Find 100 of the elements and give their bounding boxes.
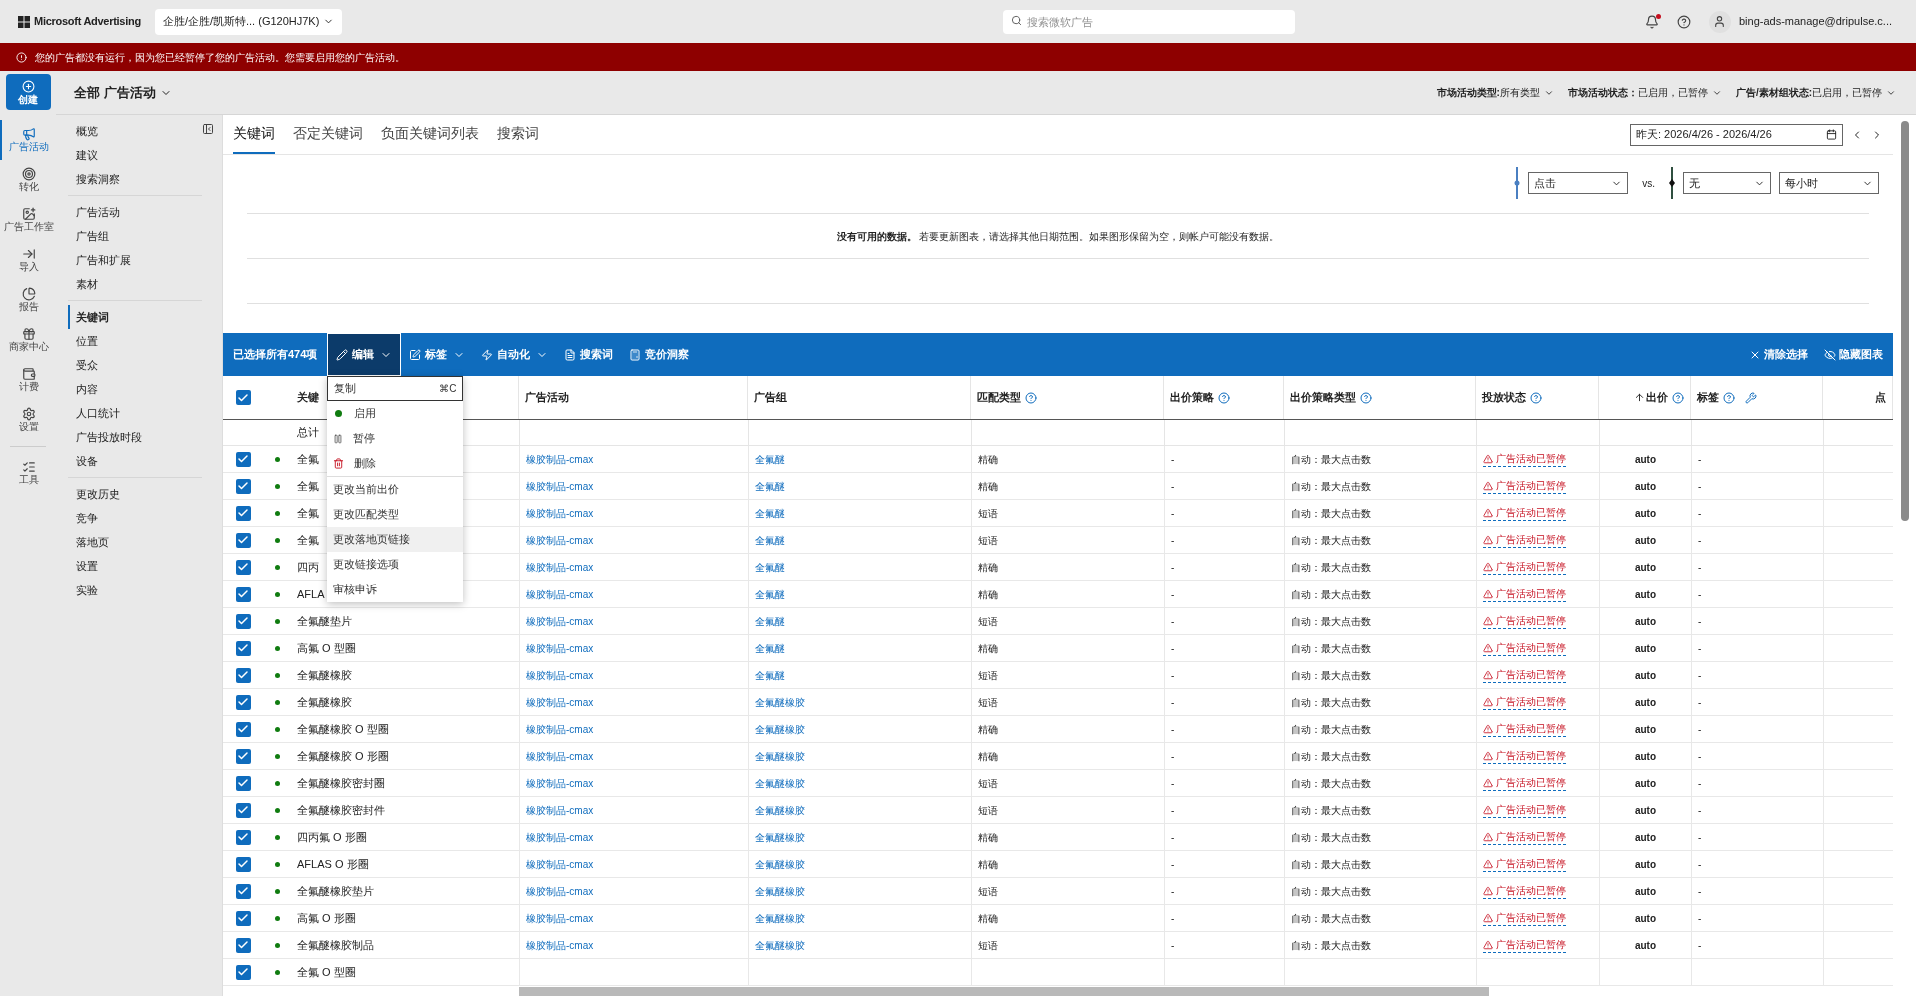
toolbar-button[interactable]: 隐藏图表 [1818, 346, 1889, 363]
column-header[interactable]: 出价 [1646, 389, 1668, 406]
menu-item[interactable]: 更改当前出价 [327, 477, 464, 502]
delivery-status[interactable]: 广告活动已暂停 [1483, 559, 1566, 575]
bell-icon[interactable] [1644, 14, 1659, 29]
rail-item[interactable]: 转化 [0, 160, 56, 200]
delivery-status[interactable]: 广告活动已暂停 [1483, 694, 1566, 710]
menu-item[interactable]: 更改链接选项 [327, 552, 464, 577]
wrench-icon[interactable] [1745, 391, 1757, 404]
ad-group-link[interactable]: 全氟醚 [755, 613, 785, 629]
ad-group-link[interactable]: 全氟醚 [755, 451, 785, 467]
metric-dropdown[interactable]: 点击 [1528, 172, 1629, 194]
campaign-link[interactable]: 橡胶制品-cmax [526, 613, 594, 629]
nav-item[interactable]: 内容 [68, 377, 202, 401]
checkbox[interactable] [235, 559, 251, 575]
campaign-link[interactable]: 橡胶制品-cmax [526, 640, 594, 656]
checkbox[interactable] [235, 694, 251, 710]
toolbar-button[interactable]: 清除选择 [1743, 346, 1814, 363]
column-header[interactable]: 广告组 [754, 389, 787, 406]
menu-item[interactable]: 复制 ⌘C [327, 376, 464, 401]
checkbox[interactable] [235, 586, 251, 602]
nav-item[interactable]: 落地页 [68, 530, 202, 554]
column-header[interactable]: 点 [1875, 389, 1886, 406]
campaign-link[interactable]: 橡胶制品-cmax [526, 937, 594, 953]
filter-dropdown[interactable]: 市场活动类型:所有类型 [1436, 85, 1554, 100]
nav-item[interactable]: 关键词 [68, 305, 202, 329]
campaign-link[interactable]: 橡胶制品-cmax [526, 883, 594, 899]
delivery-status[interactable]: 广告活动已暂停 [1483, 667, 1566, 683]
campaign-link[interactable]: 橡胶制品-cmax [526, 478, 594, 494]
ad-group-link[interactable]: 全氟醚橡胶 [755, 910, 805, 926]
nav-item[interactable]: 更改历史 [68, 482, 202, 506]
delivery-status[interactable]: 广告活动已暂停 [1483, 910, 1566, 926]
column-header[interactable]: 广告活动 [525, 389, 569, 406]
delivery-status[interactable]: 广告活动已暂停 [1483, 748, 1566, 764]
ad-group-link[interactable]: 全氟醚橡胶 [755, 937, 805, 953]
rail-item[interactable]: 报告 [0, 280, 56, 320]
nav-item[interactable]: 人口统计 [68, 401, 202, 425]
checkbox[interactable] [235, 451, 251, 467]
campaign-link[interactable]: 橡胶制品-cmax [526, 586, 594, 602]
help-icon[interactable] [1218, 391, 1230, 404]
campaign-link[interactable]: 橡胶制品-cmax [526, 910, 594, 926]
filter-dropdown[interactable]: 广告/素材组状态:已启用，已暂停 [1735, 85, 1896, 100]
checkbox[interactable] [235, 667, 251, 683]
column-header[interactable]: 出价策略 [1170, 389, 1214, 406]
user-email[interactable]: bing-ads-manage@dripulse.c... [1738, 13, 1892, 30]
delivery-status[interactable]: 广告活动已暂停 [1483, 775, 1566, 791]
ad-group-link[interactable]: 全氟醚 [755, 478, 785, 494]
nav-item[interactable]: 竞争 [68, 506, 202, 530]
nav-item[interactable]: 设置 [68, 554, 202, 578]
toolbar-button[interactable]: 自动化 [473, 333, 557, 376]
ad-group-link[interactable]: 全氟醚橡胶 [755, 883, 805, 899]
checkbox[interactable] [235, 775, 251, 791]
delivery-status[interactable]: 广告活动已暂停 [1483, 856, 1566, 872]
ad-group-link[interactable]: 全氟醚 [755, 505, 785, 521]
tab[interactable]: 搜索词 [497, 123, 539, 154]
vertical-scrollbar[interactable] [1901, 121, 1909, 521]
create-button[interactable]: 创建 [5, 74, 51, 110]
ad-group-link[interactable]: 全氟醚橡胶 [755, 802, 805, 818]
delivery-status[interactable]: 广告活动已暂停 [1483, 937, 1566, 953]
tab[interactable]: 否定关键词 [293, 123, 363, 154]
ad-group-link[interactable]: 全氟醚橡胶 [755, 829, 805, 845]
help-icon[interactable] [1676, 14, 1691, 29]
column-header[interactable]: 投放状态 [1482, 389, 1526, 406]
delivery-status[interactable]: 广告活动已暂停 [1483, 586, 1566, 602]
checkbox[interactable] [235, 964, 251, 980]
toolbar-button[interactable]: 搜索词 [556, 333, 622, 376]
delivery-status[interactable]: 广告活动已暂停 [1483, 451, 1566, 467]
interval-dropdown[interactable]: 每小时 [1779, 172, 1879, 194]
ad-group-link[interactable]: 全氟醚橡胶 [755, 748, 805, 764]
rail-item[interactable]: 工具 [0, 453, 56, 493]
ad-group-link[interactable]: 全氟醚橡胶 [755, 856, 805, 872]
checkbox[interactable] [235, 721, 251, 737]
checkbox[interactable] [235, 937, 251, 953]
delivery-status[interactable]: 广告活动已暂停 [1483, 829, 1566, 845]
help-icon[interactable] [1672, 391, 1684, 404]
menu-item[interactable]: 删除 [327, 451, 464, 476]
toolbar-button[interactable]: 编辑 [327, 333, 402, 376]
metric-dropdown[interactable]: 无 [1683, 172, 1771, 194]
rail-item[interactable]: 广告工作室 [0, 200, 56, 240]
avatar[interactable] [1708, 10, 1731, 33]
nav-item[interactable]: 建议 [68, 143, 202, 167]
checkbox[interactable] [235, 613, 251, 629]
filter-dropdown[interactable]: 市场活动状态：已启用，已暂停 [1567, 85, 1722, 100]
horizontal-scrollbar[interactable] [519, 987, 1489, 996]
ad-group-link[interactable]: 全氟醚橡胶 [755, 721, 805, 737]
ad-group-link[interactable]: 全氟醚 [755, 640, 785, 656]
campaign-link[interactable]: 橡胶制品-cmax [526, 856, 594, 872]
date-range-field[interactable]: 昨天: 2026/4/26 - 2026/4/26 [1630, 123, 1843, 146]
collapse-icon[interactable] [202, 123, 214, 135]
checkbox[interactable] [235, 910, 251, 926]
scope-selector[interactable]: 全部 广告活动 [74, 82, 172, 103]
menu-item[interactable]: 启用 [327, 401, 464, 426]
column-header[interactable]: 关键 [297, 389, 319, 406]
nav-item[interactable]: 广告投放时段 [68, 425, 202, 449]
column-header[interactable]: 标签 [1697, 389, 1719, 406]
campaign-link[interactable]: 橡胶制品-cmax [526, 829, 594, 845]
rail-item[interactable]: 商家中心 [0, 320, 56, 360]
menu-item[interactable]: 审核申诉 [327, 577, 464, 602]
nav-item[interactable]: 概览 [68, 119, 202, 143]
campaign-link[interactable]: 橡胶制品-cmax [526, 505, 594, 521]
